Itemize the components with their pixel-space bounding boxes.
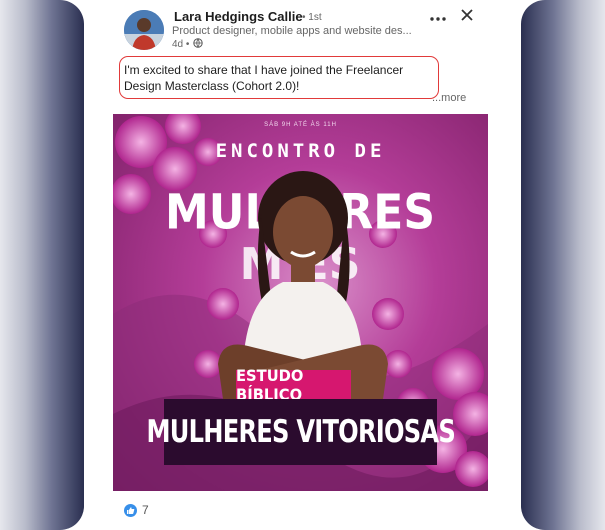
reactions-summary[interactable]: 7: [124, 503, 149, 517]
poster-bottom-title-text: MULHERES VITORIOSAS: [146, 414, 455, 450]
connection-degree: • 1st: [302, 12, 322, 23]
reaction-count: 7: [142, 503, 149, 517]
more-options-button[interactable]: [424, 6, 452, 28]
author-headline: Product designer, mobile apps and websit…: [172, 25, 412, 37]
post-text: I'm excited to share that I have joined …: [119, 56, 439, 99]
poster-bottom-title: MULHERES VITORIOSAS: [146, 399, 456, 465]
post-meta: 4d •: [172, 38, 204, 51]
close-icon: [461, 8, 473, 26]
poster-date-line: SÁB 9H ATÉ ÀS 11H: [264, 122, 337, 128]
see-more-link[interactable]: ...more: [432, 92, 466, 104]
like-icon: [124, 503, 137, 517]
author-name[interactable]: Lara Hedgings Callie: [174, 9, 303, 24]
post-time: 4d •: [172, 39, 190, 50]
author-avatar[interactable]: [124, 10, 164, 50]
post-image[interactable]: MULHERES M ES SÁB 9H ATÉ ÀS 11H ENCONTRO…: [113, 114, 488, 491]
post-card: Lara Hedgings Callie • 1st Product desig…: [84, 0, 521, 530]
globe-icon: [193, 38, 204, 51]
more-icon: [430, 8, 446, 26]
close-button[interactable]: [456, 6, 478, 28]
poster-top-title: ENCONTRO DE: [215, 140, 386, 162]
poster-tag: ESTUDO BÍBLICO: [236, 366, 351, 404]
right-backdrop-panel: [521, 0, 605, 530]
left-backdrop-panel: [0, 0, 84, 530]
